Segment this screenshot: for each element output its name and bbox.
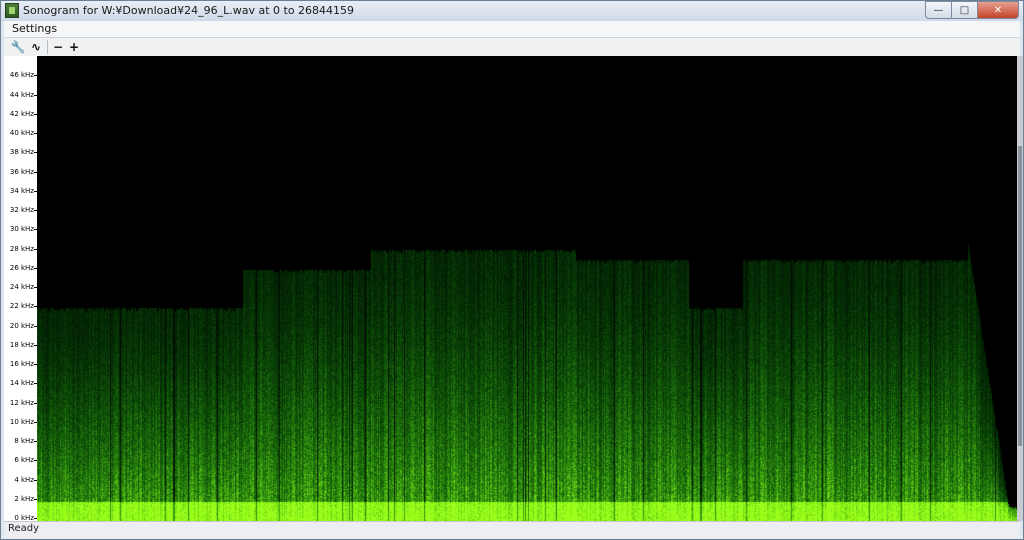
axis-tick-label: 30 kHz xyxy=(9,225,34,234)
axis-tick-label: 28 kHz xyxy=(9,244,34,253)
maximize-button[interactable]: □ xyxy=(951,1,977,19)
status-text: Ready xyxy=(8,523,40,534)
maximize-icon: □ xyxy=(959,4,970,16)
axis-tick-label: 10 kHz xyxy=(9,417,34,426)
menu-bar: Settings xyxy=(4,21,1020,38)
axis-tick-label: 42 kHz xyxy=(9,109,34,118)
axis-tick-label: 38 kHz xyxy=(9,148,34,157)
caption-buttons: — □ ✕ xyxy=(925,1,1019,19)
axis-tick-label: 40 kHz xyxy=(9,129,34,137)
axis-tick-label: 20 kHz xyxy=(9,321,34,330)
window-title: Sonogram for W:¥Download¥24_96_L.wav at … xyxy=(23,4,355,17)
axis-tick-label: 14 kHz xyxy=(9,379,34,388)
axis-tick-label: 22 kHz xyxy=(9,302,34,311)
close-button[interactable]: ✕ xyxy=(977,1,1019,19)
axis-tick-label: 46 kHz xyxy=(9,71,34,80)
frequency-axis: 46 kHz 44 kHz 42 kHz 40 kHz 38 kHz 36 kHz 34 k… xyxy=(4,56,37,522)
zoom-in-button[interactable]: + xyxy=(66,39,82,55)
minimize-button[interactable]: — xyxy=(925,1,951,19)
spectrogram-area[interactable] xyxy=(37,56,1017,521)
wrench-icon[interactable]: 🔧 xyxy=(10,39,26,55)
axis-tick-label: 24 kHz xyxy=(9,283,34,291)
app-icon xyxy=(5,3,19,18)
waveform-icon[interactable]: ∿ xyxy=(28,39,44,55)
axis-tick-label: 16 kHz xyxy=(9,360,34,368)
title-bar[interactable]: Sonogram for W:¥Download¥24_96_L.wav at … xyxy=(1,1,1023,21)
sonogram-window: Sonogram for W:¥Download¥24_96_L.wav at … xyxy=(0,0,1024,540)
axis-tick-label: 32 kHz xyxy=(9,206,34,214)
menu-settings[interactable]: Settings xyxy=(12,22,57,35)
axis-tick-label: 2 kHz xyxy=(14,494,34,503)
axis-tick-label: 12 kHz xyxy=(9,398,34,407)
axis-tick-label: 6 kHz xyxy=(14,456,34,465)
axis-tick-label: 18 kHz xyxy=(9,340,34,349)
axis-tick-label: 4 kHz xyxy=(14,475,34,484)
toolbar-separator xyxy=(47,40,48,54)
vertical-scrollbar[interactable] xyxy=(1017,56,1023,521)
minimize-icon: — xyxy=(933,4,944,16)
axis-tick-label: 34 kHz xyxy=(9,186,34,195)
zoom-out-button[interactable]: − xyxy=(50,39,66,55)
axis-tick-label: 44 kHz xyxy=(9,90,34,99)
close-icon: ✕ xyxy=(993,4,1003,16)
toolbar: 🔧 ∿ − + xyxy=(4,38,1020,56)
axis-tick-label: 26 kHz xyxy=(9,263,34,272)
spectrogram-canvas[interactable] xyxy=(37,56,1017,521)
scrollbar-thumb[interactable] xyxy=(1018,146,1022,446)
axis-tick-label: 8 kHz xyxy=(14,437,34,445)
axis-tick-label: 36 kHz xyxy=(9,167,34,176)
status-bar: Ready xyxy=(4,521,1020,538)
